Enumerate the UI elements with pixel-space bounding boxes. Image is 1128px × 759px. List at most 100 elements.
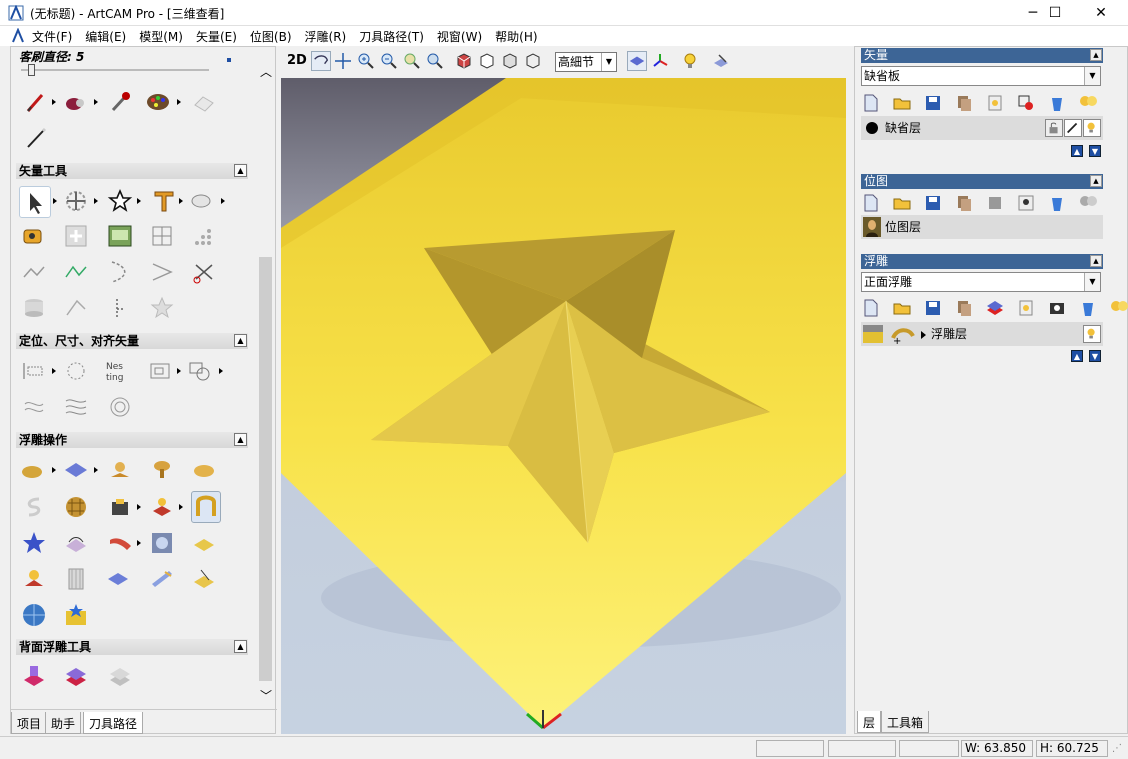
layer-color-icon[interactable]: [1016, 93, 1036, 113]
collapse-icon[interactable]: ▲: [1090, 175, 1102, 187]
duck-relief-icon[interactable]: [21, 566, 47, 592]
collapse-icon[interactable]: ▲: [1090, 49, 1102, 61]
wave-vector-icon[interactable]: [21, 394, 47, 420]
relief-plane-icon[interactable]: [63, 457, 89, 483]
layer-color-dot-icon[interactable]: [866, 122, 878, 134]
text-tool-icon[interactable]: [151, 188, 177, 214]
2d-view-button[interactable]: 2D: [287, 53, 307, 68]
scroll-up-icon[interactable]: ︿: [260, 63, 272, 80]
grey-square-icon[interactable]: [985, 193, 1005, 213]
open-folder-icon[interactable]: [892, 298, 912, 318]
brush-slider[interactable]: [21, 69, 209, 71]
visibility-bulb-icon[interactable]: [1083, 119, 1101, 137]
scroll-down-icon[interactable]: ﹀: [260, 687, 272, 704]
tab-assistant[interactable]: 助手: [45, 712, 82, 734]
smooth-relief-icon[interactable]: [107, 457, 133, 483]
new-layer-icon[interactable]: [861, 93, 881, 113]
size-box-icon[interactable]: [147, 358, 173, 384]
wrap-text-icon[interactable]: [189, 188, 215, 214]
new-bitmap-icon[interactable]: [861, 193, 881, 213]
dropdown-arrow-icon[interactable]: [137, 540, 141, 546]
node-editing-icon[interactable]: [21, 259, 47, 285]
relief-combine-icon[interactable]: +: [891, 324, 915, 347]
menu-help[interactable]: 帮助(H): [495, 28, 537, 45]
grid-vector-icon[interactable]: [149, 223, 175, 249]
3d-view[interactable]: [281, 78, 846, 734]
close-button[interactable]: ✕: [1078, 0, 1124, 26]
angle-relief-icon[interactable]: [149, 566, 175, 592]
star-fill-icon[interactable]: [149, 295, 175, 321]
dropdown-arrow-icon[interactable]: [94, 99, 98, 105]
vector-node-icon[interactable]: [63, 223, 89, 249]
menu-model[interactable]: 模型(M): [139, 28, 183, 45]
picture-icon[interactable]: [1016, 193, 1036, 213]
dropdown-arrow-icon[interactable]: [52, 467, 56, 473]
extrude-icon[interactable]: [63, 566, 89, 592]
scrollbar-thumb[interactable]: [259, 257, 272, 681]
tab-toolpaths[interactable]: 刀具路径: [83, 712, 144, 734]
star-relief-icon[interactable]: [21, 530, 47, 556]
camera-icon[interactable]: [1047, 298, 1067, 318]
spiral-icon[interactable]: [107, 394, 133, 420]
relief-add-icon[interactable]: [191, 457, 217, 483]
move-up-icon[interactable]: ▲: [1071, 350, 1083, 362]
visibility-bulb-icon[interactable]: [1083, 325, 1101, 343]
move-up-icon[interactable]: ▲: [1071, 145, 1083, 157]
flat-plate-icon[interactable]: [105, 566, 131, 592]
dropdown-arrow-icon[interactable]: [94, 198, 98, 204]
dropdown-arrow-icon[interactable]: [177, 99, 181, 105]
texture-relief-icon[interactable]: [149, 530, 175, 556]
relief-render[interactable]: [281, 78, 846, 734]
chevron-down-icon[interactable]: ▼: [1084, 67, 1100, 85]
zoom-window-icon[interactable]: [425, 51, 445, 71]
pencil-icon[interactable]: [23, 125, 49, 151]
select-arrow-icon[interactable]: [19, 186, 51, 218]
brush-slider-handle[interactable]: [28, 64, 35, 76]
dropdown-arrow-icon[interactable]: [137, 504, 141, 510]
new-relief-icon[interactable]: [861, 298, 881, 318]
collapse-icon[interactable]: ▲: [234, 433, 247, 446]
collapse-icon[interactable]: ▲: [234, 640, 247, 653]
relief-layer[interactable]: + 浮雕层: [861, 322, 1103, 347]
weave-icon[interactable]: [63, 494, 89, 520]
shaded-view-icon[interactable]: [627, 51, 647, 71]
lock-icon[interactable]: [1045, 119, 1063, 137]
light-bulbs-icon[interactable]: [1078, 93, 1098, 113]
top-view-icon[interactable]: [523, 51, 543, 71]
menu-relief[interactable]: 浮雕(R): [305, 28, 347, 45]
delete-bucket-icon[interactable]: [1047, 193, 1067, 213]
dropdown-arrow-icon[interactable]: [221, 198, 225, 204]
pan-icon[interactable]: [333, 51, 353, 71]
delete-bucket-icon[interactable]: [1047, 93, 1067, 113]
dropdown-arrow-icon[interactable]: [52, 99, 56, 105]
relief-star-folder-icon[interactable]: [63, 602, 89, 628]
menu-window[interactable]: 视窗(W): [437, 28, 482, 45]
collapse-icon[interactable]: ▲: [1090, 255, 1102, 267]
pen-draw-icon[interactable]: [23, 89, 49, 115]
relief-side-select[interactable]: 正面浮雕 ▼: [861, 272, 1101, 292]
relief-wrap-icon[interactable]: [63, 530, 89, 556]
join-vector-icon[interactable]: [63, 295, 89, 321]
smooth-curve-icon[interactable]: [63, 259, 89, 285]
transform-icon[interactable]: [63, 188, 89, 214]
dropdown-arrow-icon[interactable]: [53, 198, 57, 204]
back-relief-combine-icon[interactable]: [63, 663, 89, 689]
eyedropper-icon[interactable]: [107, 89, 133, 115]
panel-scrollbar[interactable]: ︿ ﹀: [258, 59, 273, 709]
section-back-relief[interactable]: 背面浮雕工具 ▲: [16, 639, 248, 655]
menu-toolpath[interactable]: 刀具路径(T): [359, 28, 424, 45]
cut-scissors-icon[interactable]: [191, 259, 217, 285]
align-left-icon[interactable]: [21, 358, 47, 384]
iso-view-icon[interactable]: [454, 51, 474, 71]
dot-array-icon[interactable]: [191, 223, 217, 249]
open-folder-icon[interactable]: [892, 93, 912, 113]
merge-shapes-icon[interactable]: [187, 358, 213, 384]
vector-library-icon[interactable]: [107, 223, 133, 249]
merge-relief-icon[interactable]: [954, 298, 974, 318]
tab-layers[interactable]: 层: [857, 711, 882, 733]
star-shape-icon[interactable]: [107, 188, 133, 214]
section-relief-ops[interactable]: 浮雕操作 ▲: [16, 432, 248, 448]
merge-layer-icon[interactable]: [954, 93, 974, 113]
light-layer-icon[interactable]: [985, 93, 1005, 113]
save-icon[interactable]: [923, 193, 943, 213]
